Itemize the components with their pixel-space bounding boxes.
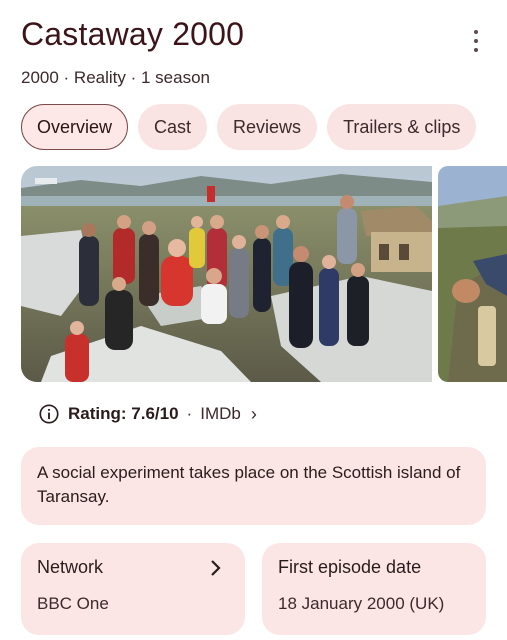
description-card: A social experiment takes place on the S… bbox=[21, 447, 486, 525]
secondary-image[interactable] bbox=[438, 166, 507, 382]
more-vert-icon[interactable] bbox=[466, 30, 486, 52]
knowledge-panel: Castaway 2000 2000 · Reality · 1 season … bbox=[0, 0, 507, 640]
chevron-right-icon bbox=[211, 560, 221, 576]
first-episode-value: 18 January 2000 (UK) bbox=[278, 594, 445, 613]
tab-cast[interactable]: Cast bbox=[138, 104, 208, 150]
network-card[interactable]: Network BBC One bbox=[21, 543, 245, 635]
info-icon bbox=[39, 404, 59, 424]
first-episode-label: First episode date bbox=[278, 557, 422, 577]
chevron-right-icon: › bbox=[250, 403, 257, 424]
tab-trailers-clips[interactable]: Trailers & clips bbox=[327, 104, 477, 150]
tab-bar: Overview Cast Reviews Trailers & clips bbox=[21, 104, 477, 152]
rating-value: Rating: 7.6/10 bbox=[68, 404, 179, 423]
network-value: BBC One bbox=[37, 594, 109, 613]
first-episode-card: First episode date 18 January 2000 (UK) bbox=[262, 543, 486, 635]
hero-image[interactable] bbox=[21, 166, 432, 382]
rating-source-link[interactable]: IMDb bbox=[200, 404, 241, 424]
tab-overview[interactable]: Overview bbox=[21, 104, 129, 150]
network-label: Network bbox=[37, 557, 104, 577]
tab-reviews[interactable]: Reviews bbox=[217, 104, 318, 150]
rating-separator: · bbox=[186, 404, 193, 423]
page-title: Castaway 2000 bbox=[21, 16, 245, 52]
show-meta: 2000 · Reality · 1 season bbox=[21, 68, 210, 87]
rating-row[interactable]: Rating: 7.6/10 · IMDb › bbox=[38, 400, 257, 428]
